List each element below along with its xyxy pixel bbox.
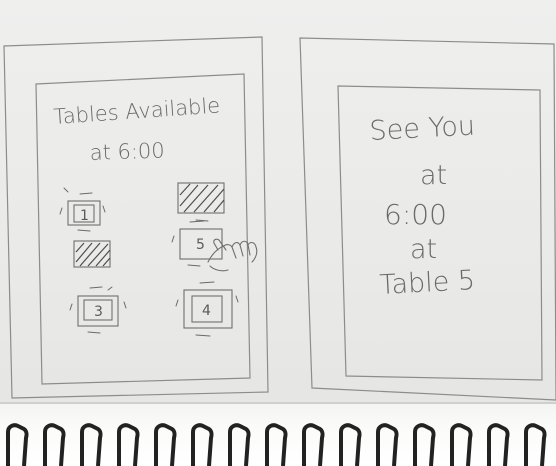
binder-ring-icon	[6, 423, 29, 466]
table-3-tick	[87, 331, 101, 334]
tap-hand-icon	[207, 238, 258, 272]
binder-ring-icon	[339, 423, 362, 466]
table-4-tick	[235, 295, 239, 303]
sketchbook-page: Tables Available at 6:00 1 3 5 4 See You…	[0, 0, 556, 466]
binder-ring-icon	[43, 423, 66, 466]
table-1-label: 1	[80, 208, 89, 224]
table-5-tick	[171, 235, 175, 243]
table-6-taken	[177, 182, 225, 222]
table-4-button[interactable]: 4	[175, 281, 239, 337]
wireframe-sketch: Tables Available at 6:00 1 3 5 4 See You…	[3, 36, 556, 401]
table-1-tick	[59, 207, 63, 215]
table-4-tick	[175, 299, 179, 307]
binder-ring-icon	[265, 423, 288, 466]
left-title-line2: at 6:00	[89, 138, 165, 165]
right-line3: 6:00	[384, 198, 447, 231]
table-1-tick	[102, 205, 106, 213]
table-5-tick	[187, 264, 201, 267]
binder-ring-icon	[413, 423, 436, 466]
table-5-label: 5	[196, 237, 205, 253]
right-line2: at	[420, 160, 447, 191]
binder-ring-icon	[524, 423, 547, 466]
table-3-tick	[107, 286, 113, 291]
binder-ring-icon	[487, 423, 510, 466]
table-1-tick	[63, 187, 69, 193]
table-3-tick	[89, 286, 103, 289]
table-1-tick	[77, 229, 91, 232]
right-line5: Table 5	[379, 265, 476, 301]
table-1-tick	[79, 192, 93, 195]
binder-ring-icon	[117, 423, 140, 466]
binder-ring-icon	[302, 423, 325, 466]
table-2-outline	[73, 240, 111, 268]
table-5-tick	[189, 220, 205, 223]
right-line1: See You	[369, 111, 476, 147]
left-title-line1: Tables Available	[53, 93, 221, 129]
spiral-binding	[6, 423, 547, 466]
binder-ring-icon	[228, 423, 251, 466]
binder-ring-icon	[154, 423, 177, 466]
right-line4: at	[410, 234, 437, 265]
table-4-tick	[199, 281, 215, 284]
table-1-button[interactable]: 1	[59, 187, 106, 232]
table-3-button[interactable]: 3	[69, 286, 127, 334]
table-3-label: 3	[94, 304, 103, 320]
binder-ring-icon	[80, 423, 103, 466]
table-4-label: 4	[202, 303, 211, 319]
binder-ring-icon	[450, 423, 473, 466]
binder-ring-icon	[191, 423, 214, 466]
table-3-tick	[69, 303, 73, 311]
phone-left: Tables Available at 6:00 1 3 5 4	[3, 36, 269, 399]
phone-right: See You at 6:00 at Table 5	[299, 37, 556, 401]
table-4-tick	[195, 334, 211, 337]
phone-left-outer-frame	[3, 36, 269, 399]
table-2-taken	[73, 240, 111, 268]
table-3-tick	[123, 301, 127, 309]
binder-ring-icon	[376, 423, 399, 466]
